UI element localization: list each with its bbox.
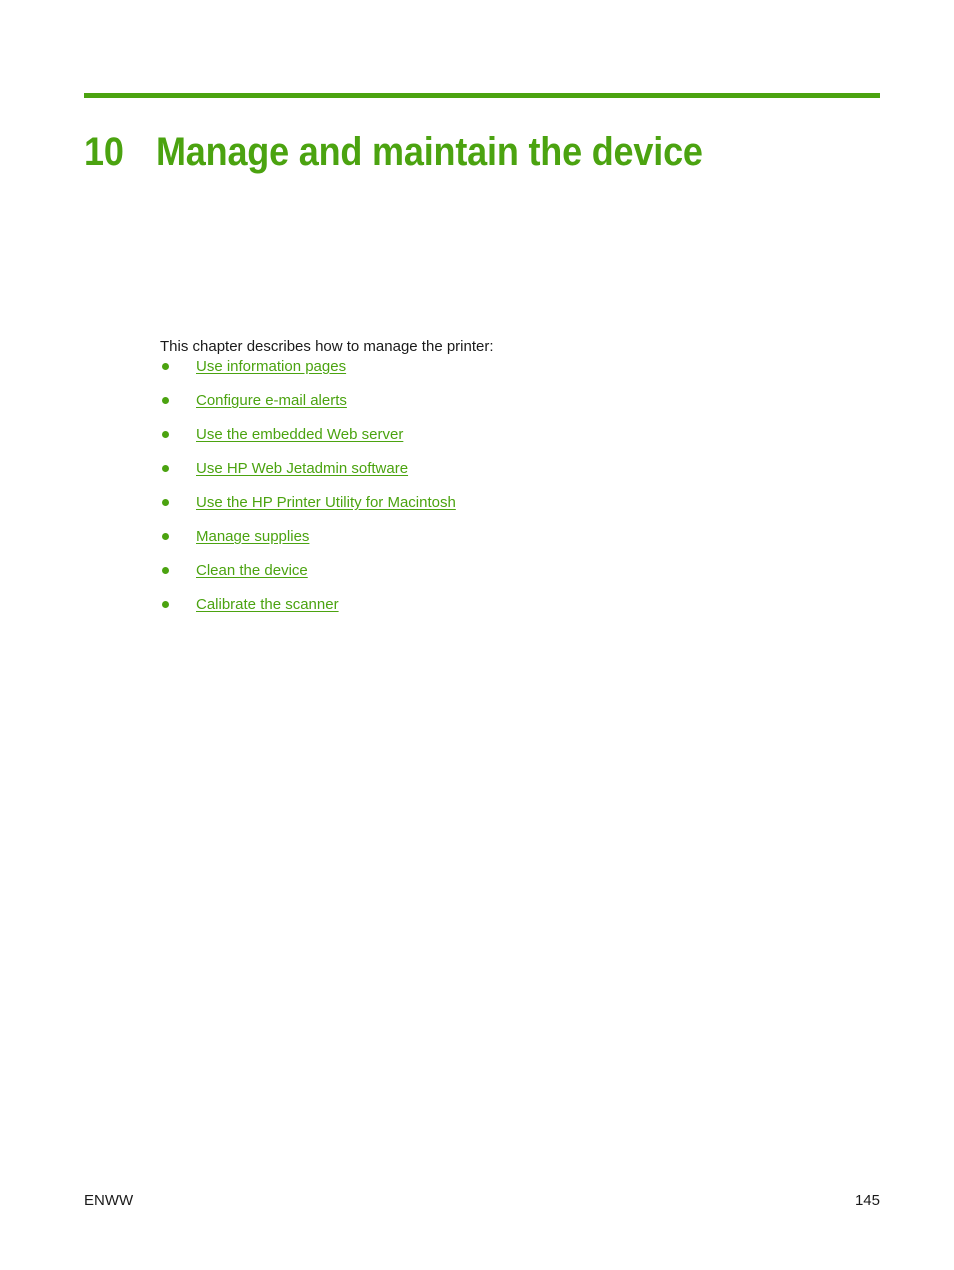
footer-page-number: 145 [854, 1192, 880, 1209]
chapter-link-list: Use information pages Configure e-mail a… [160, 356, 860, 628]
list-item: Calibrate the scanner [160, 594, 860, 628]
page-title: 10 Manage and maintain the device [84, 128, 884, 176]
link-use-hp-web-jetadmin-software[interactable]: Use HP Web Jetadmin software [196, 460, 408, 477]
link-use-the-embedded-web-server[interactable]: Use the embedded Web server [196, 426, 403, 443]
intro-paragraph: This chapter describes how to manage the… [160, 338, 494, 355]
bullet-icon [162, 533, 169, 540]
footer-locale: ENWW [84, 1192, 134, 1209]
bullet-icon [162, 363, 169, 370]
bullet-icon [162, 499, 169, 506]
list-item: Clean the device [160, 560, 860, 594]
bullet-icon [162, 431, 169, 438]
bullet-icon [162, 567, 169, 574]
chapter-number: 10 [84, 129, 124, 174]
list-item: Use HP Web Jetadmin software [160, 458, 860, 492]
list-item: Use information pages [160, 356, 860, 390]
chapter-rule [84, 93, 880, 98]
list-item: Use the embedded Web server [160, 424, 860, 458]
document-page: 10 Manage and maintain the device This c… [0, 0, 954, 1270]
link-clean-the-device[interactable]: Clean the device [196, 562, 308, 579]
list-item: Use the HP Printer Utility for Macintosh [160, 492, 860, 526]
page-footer: ENWW 145 [84, 1192, 880, 1209]
link-manage-supplies[interactable]: Manage supplies [196, 528, 309, 545]
list-item: Manage supplies [160, 526, 860, 560]
list-item: Configure e-mail alerts [160, 390, 860, 424]
chapter-title: Manage and maintain the device [156, 129, 703, 174]
link-use-information-pages[interactable]: Use information pages [196, 358, 346, 375]
link-calibrate-the-scanner[interactable]: Calibrate the scanner [196, 596, 339, 613]
bullet-icon [162, 465, 169, 472]
link-use-the-hp-printer-utility-for-macintosh[interactable]: Use the HP Printer Utility for Macintosh [196, 494, 456, 511]
bullet-icon [162, 601, 169, 608]
link-configure-e-mail-alerts[interactable]: Configure e-mail alerts [196, 392, 347, 409]
bullet-icon [162, 397, 169, 404]
